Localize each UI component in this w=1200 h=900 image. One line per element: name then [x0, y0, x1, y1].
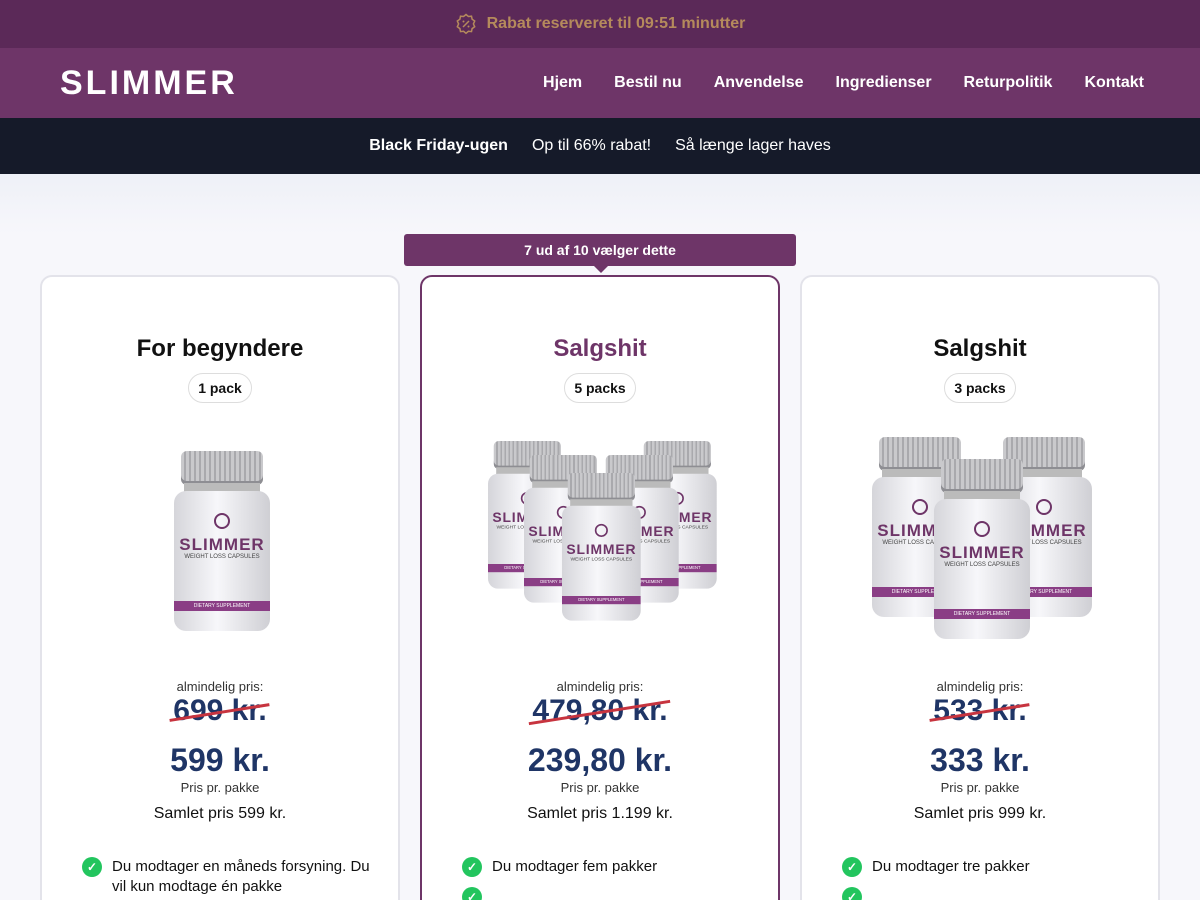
main-header: SLIMMER Hjem Bestil nu Anvendelse Ingred… [0, 48, 1200, 118]
feature-item: ✓ Du modtager en måneds forsyning. Du vil… [82, 857, 372, 897]
card-title: Salgshit [553, 335, 647, 362]
feature-list: ✓ Du modtager tre pakker ✓ [842, 857, 1132, 900]
main-nav: Hjem Bestil nu Anvendelse Ingredienser R… [543, 74, 1144, 92]
feature-item: ✓ Du modtager tre pakker [842, 857, 1132, 877]
regular-price-label: almindelig pris: [556, 679, 644, 694]
feature-item: ✓ [462, 887, 752, 900]
old-price: 699 kr. [169, 694, 271, 728]
promo-stock: Så længe lager haves [675, 137, 831, 154]
discount-badge-icon [455, 13, 476, 35]
pricing-card-1-pack[interactable]: For begyndere 1 pack SLIMMER WEIGHT LOSS… [40, 275, 400, 900]
popular-choice-ribbon: 7 ud af 10 vælger dette [404, 234, 796, 273]
price-per-pack-label: Pris pr. pakke [940, 780, 1020, 795]
old-price: 479,80 kr. [529, 694, 671, 728]
total-price: Samlet pris 999 kr. [913, 805, 1047, 822]
discount-timer-bar: Rabat reserveret til 09:51 minutter [0, 0, 1200, 48]
nav-link-ingredienser[interactable]: Ingredienser [836, 74, 932, 92]
feature-item: ✓ Du modtager fem pakker [462, 857, 752, 877]
promo-discount: Op til 66% rabat! [531, 137, 652, 154]
nav-link-hjem[interactable]: Hjem [543, 74, 582, 92]
pack-count-badge: 5 packs [564, 373, 636, 403]
pricing-card-3-packs[interactable]: Salgshit 3 packs SLIMMER WEIGHT LOSS CAPS… [800, 275, 1160, 900]
check-icon: ✓ [842, 857, 862, 877]
card-title: For begyndere [136, 335, 304, 362]
check-icon: ✓ [462, 887, 482, 900]
check-icon: ✓ [462, 857, 482, 877]
feature-item: ✓ [842, 887, 1132, 900]
feature-list: ✓ Du modtager en måneds forsyning. Du vil… [82, 857, 372, 897]
product-image: SLIMMERWEIGHT LOSS CAPSULESDIETARY SUPPL… [802, 431, 1158, 659]
promo-bar: Black Friday-ugen Op til 66% rabat! Så l… [0, 118, 1200, 174]
current-price: 333 kr. [930, 742, 1030, 778]
feature-list: ✓ Du modtager fem pakker ✓ [462, 857, 752, 900]
old-price: 533 kr. [929, 694, 1031, 728]
site-logo[interactable]: SLIMMER [60, 64, 238, 103]
card-title: Salgshit [933, 335, 1027, 362]
price-per-pack-label: Pris pr. pakke [180, 780, 260, 795]
total-price: Samlet pris 599 kr. [153, 805, 287, 822]
product-image: SLIMMER WEIGHT LOSS CAPSULES DIETARY SUP… [42, 431, 398, 659]
nav-link-bestil-nu[interactable]: Bestil nu [614, 74, 682, 92]
pricing-card-5-packs[interactable]: Salgshit 5 packs SLIMMERWEIGHT LOSS CAPS… [420, 275, 780, 900]
pricing-section: 7 ud af 10 vælger dette For begyndere 1 … [0, 174, 1200, 900]
current-price: 239,80 kr. [527, 742, 673, 778]
nav-link-kontakt[interactable]: Kontakt [1084, 74, 1144, 92]
check-icon: ✓ [82, 857, 102, 877]
regular-price-label: almindelig pris: [176, 679, 264, 694]
bottle-image: SLIMMER WEIGHT LOSS CAPSULES DIETARY SUP… [174, 451, 270, 631]
product-image: SLIMMERWEIGHT LOSS CAPSULESDIETARY SUPPL… [422, 431, 778, 659]
bottle-image: SLIMMERWEIGHT LOSS CAPSULESDIETARY SUPPL… [562, 473, 641, 621]
nav-link-returpolitik[interactable]: Returpolitik [964, 74, 1053, 92]
current-price: 599 kr. [170, 742, 270, 778]
price-per-pack-label: Pris pr. pakke [560, 780, 640, 795]
nav-link-anvendelse[interactable]: Anvendelse [714, 74, 804, 92]
pack-count-badge: 1 pack [188, 373, 252, 403]
pack-count-badge: 3 packs [944, 373, 1016, 403]
check-icon: ✓ [842, 887, 862, 900]
bottle-image: SLIMMERWEIGHT LOSS CAPSULESDIETARY SUPPL… [934, 459, 1030, 639]
discount-timer-text: Rabat reserveret til 09:51 minutter [486, 15, 746, 32]
total-price: Samlet pris 1.199 kr. [527, 805, 673, 822]
promo-black-friday: Black Friday-ugen [369, 137, 508, 154]
regular-price-label: almindelig pris: [936, 679, 1024, 694]
